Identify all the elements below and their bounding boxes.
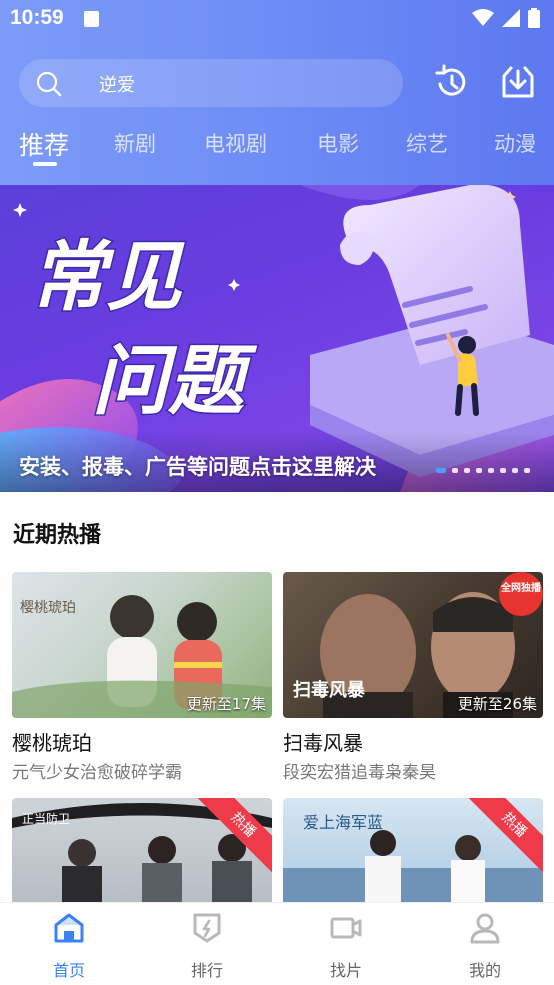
history-button[interactable]	[431, 62, 471, 102]
search-bar[interactable]: 逆爱	[19, 59, 403, 107]
ranking-icon	[193, 913, 221, 943]
video-title[interactable]: 樱桃琥珀	[12, 727, 92, 756]
notification-app-icon	[84, 11, 99, 27]
pagination-dot[interactable]	[512, 468, 518, 473]
video-title[interactable]: 扫毒风暴	[283, 727, 363, 756]
tab-variety[interactable]: 综艺	[406, 128, 448, 158]
nav-profile[interactable]: 我的	[445, 911, 525, 981]
battery-icon	[528, 8, 540, 28]
video-card[interactable]: 樱桃琥珀 更新至17集 樱桃琥珀 元气少女治愈破碎学霸	[12, 572, 272, 783]
section-title-recent-hot: 近期热播	[13, 523, 102, 548]
nav-label: 我的	[468, 961, 501, 980]
tab-new-drama[interactable]: 新剧	[114, 128, 156, 158]
nav-label: 首页	[52, 961, 85, 980]
download-button[interactable]	[498, 62, 538, 102]
download-icon	[502, 66, 534, 98]
home-icon	[54, 913, 84, 943]
video-card[interactable]: 扫毒风暴 全网独播 更新至26集 扫毒风暴 段奕宏猎追毒枭秦昊	[283, 572, 543, 783]
video-subtitle: 元气少女治愈破碎学霸	[12, 763, 182, 783]
banner-carousel[interactable]: 常见 问题 安装、报毒、广告等问题点击这里解决	[0, 185, 554, 492]
banner-pagination	[436, 468, 530, 474]
thumbnail-title-art: 樱桃琥珀	[20, 599, 76, 616]
banner-title-line1: 常见	[30, 232, 185, 321]
banner-title-line2: 问题	[92, 336, 258, 425]
pagination-dot[interactable]	[500, 468, 506, 473]
nav-discover[interactable]: 找片	[306, 911, 386, 981]
pagination-dot[interactable]	[436, 468, 446, 473]
tab-indicator	[33, 162, 57, 166]
tab-tv-series[interactable]: 电视剧	[204, 128, 267, 158]
bottom-navigation: 首页 排行 找片 我的	[0, 902, 554, 985]
nav-ranking[interactable]: 排行	[167, 911, 247, 981]
thumbnail-title-art: 正当防卫	[22, 811, 70, 826]
signal-icon	[502, 9, 520, 27]
pagination-dot[interactable]	[452, 468, 458, 473]
category-tabs: 推荐 新剧 电视剧 电影 综艺 动漫	[0, 120, 554, 170]
search-input[interactable]: 逆爱	[99, 71, 135, 97]
video-thumbnail[interactable]: 正当防卫 热播	[12, 798, 272, 908]
exclusive-tag: 全网独播	[500, 581, 542, 594]
video-thumbnail[interactable]: 扫毒风暴 全网独播 更新至26集	[283, 572, 543, 718]
video-card[interactable]: 爱上海军蓝 热播	[283, 798, 543, 908]
status-bar: 10:59	[0, 0, 554, 38]
search-icon	[36, 71, 62, 97]
pagination-dot[interactable]	[476, 468, 482, 473]
nav-label: 排行	[190, 961, 223, 980]
video-camera-icon	[330, 917, 362, 939]
thumbnail-title-art: 爱上海军蓝	[303, 813, 383, 832]
video-card[interactable]: 正当防卫 热播	[12, 798, 272, 908]
status-time: 10:59	[10, 6, 64, 29]
tab-movie[interactable]: 电影	[317, 128, 359, 158]
nav-home[interactable]: 首页	[29, 911, 109, 981]
video-subtitle: 段奕宏猎追毒枭秦昊	[283, 763, 436, 783]
pagination-dot[interactable]	[464, 468, 470, 473]
pagination-dot[interactable]	[488, 468, 494, 473]
banner-caption[interactable]: 安装、报毒、广告等问题点击这里解决	[19, 451, 376, 481]
status-icons	[472, 8, 540, 28]
tab-anime[interactable]: 动漫	[494, 128, 536, 158]
nav-label: 找片	[329, 961, 362, 980]
episode-badge: 更新至26集	[457, 695, 537, 713]
app-header: 10:59 逆爱 推荐 新剧 电视剧 电影 综艺 动漫	[0, 0, 554, 185]
tab-recommend[interactable]: 推荐	[19, 126, 69, 162]
video-thumbnail[interactable]: 樱桃琥珀 更新至17集	[12, 572, 272, 718]
episode-badge: 更新至17集	[186, 695, 266, 713]
wifi-icon	[472, 9, 494, 26]
history-icon	[435, 64, 466, 96]
user-icon	[470, 913, 500, 944]
pagination-dot[interactable]	[524, 468, 530, 473]
thumbnail-title-art: 扫毒风暴	[293, 679, 366, 701]
video-thumbnail[interactable]: 爱上海军蓝 热播	[283, 798, 543, 908]
